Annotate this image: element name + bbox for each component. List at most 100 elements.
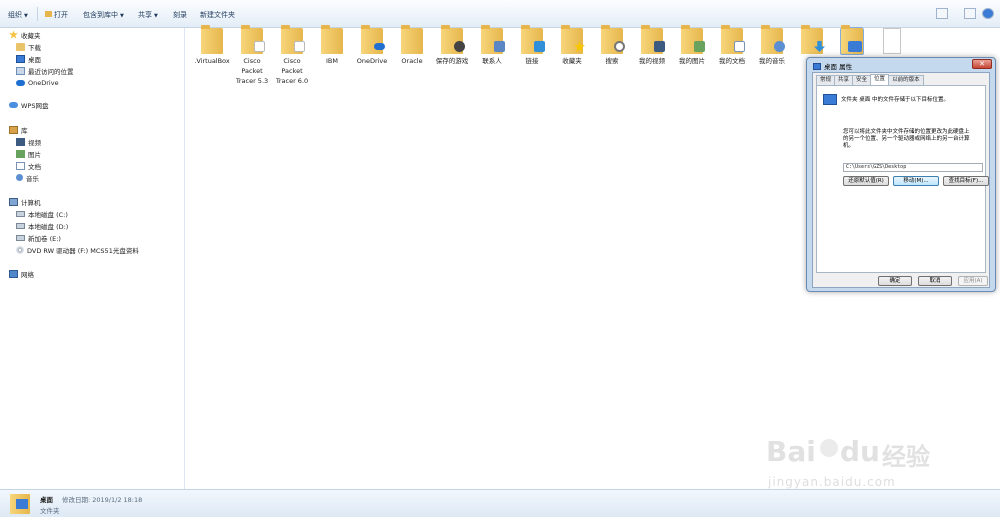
file-item[interactable]: 联系人 [472,25,512,66]
organize-label: 组织 [8,11,22,19]
toolbar-divider [37,7,38,21]
nav-item-drive-e[interactable]: 新加卷 (E:) [16,232,61,243]
file-label: 收藏夹 [562,57,582,65]
nav-item-dvd-drive[interactable]: DVD RW 驱动器 (F:) MCS51光盘资料 [16,244,139,255]
wps-cloud-icon [9,101,18,108]
file-item[interactable]: Cisco Packet Tracer 5.3 [232,25,272,86]
include-in-library-label: 包含到库中 [83,11,118,19]
ok-button[interactable]: 确定 [878,276,912,286]
nav-computer[interactable]: 计算机 [9,196,41,207]
nav-item-music[interactable]: 音乐 [16,172,39,183]
tab-security[interactable]: 安全 [852,75,872,85]
nav-label: 下载 [28,43,41,52]
cloud-icon [374,43,385,50]
burn-button[interactable]: 刻录 [173,10,187,20]
file-item[interactable]: 我的音乐 [752,25,792,66]
nav-item-pictures[interactable]: 图片 [16,148,41,159]
new-folder-button[interactable]: 新建文件夹 [200,10,235,20]
file-item[interactable]: 链接 [512,25,552,66]
folder-icon [641,25,665,54]
nav-label: 视频 [28,138,41,147]
tab-location[interactable]: 位置 [870,74,890,85]
nav-favorites[interactable]: 收藏夹 [9,29,41,40]
share-label: 共享 [138,11,152,19]
nav-label: DVD RW 驱动器 (F:) MCS51光盘资料 [27,246,139,255]
file-item[interactable] [832,25,872,56]
location-description-line: 的另一个位置、另一个驱动器或网络上的另一台计算 [843,136,970,142]
desktop-icon [848,41,862,52]
nav-label: 新加卷 (E:) [28,234,61,243]
music-library-icon [16,174,23,181]
find-target-button[interactable]: 查找目标(F)... [943,176,989,186]
folder-icon [561,25,585,54]
dvd-drive-icon [16,245,24,254]
file-item[interactable]: 我的图片 [672,25,712,66]
file-item[interactable] [792,25,832,56]
file-item[interactable]: OneDrive [352,25,392,66]
nav-item-videos[interactable]: 视频 [16,136,41,147]
folder-icon [321,25,343,54]
include-in-library-button[interactable]: 包含到库中 ▼ [83,10,124,20]
cancel-button[interactable]: 取消 [918,276,952,286]
folder-icon [361,25,385,54]
modified-date: 修改日期: 2019/1/2 18:18 [62,496,143,504]
tab-sharing[interactable]: 共享 [834,75,854,85]
properties-dialog: 桌面 属性 ✕ 常规 共享 安全 位置 以前的版本 文件夹 桌面 中的文件存储于… [806,57,996,292]
apply-button[interactable]: 应用(A) [958,276,988,286]
folder-icon [401,25,423,54]
help-icon[interactable] [982,8,994,19]
open-icon [45,11,52,17]
nav-item-drive-c[interactable]: 本地磁盘 (C:) [16,208,68,219]
file-item[interactable]: 我的文档 [712,25,752,66]
nav-item-documents[interactable]: 文档 [16,160,41,171]
file-item[interactable]: 保存的游戏 [432,25,472,66]
navigation-pane: 收藏夹 下载 桌面 最近访问的位置 OneDrive WPS网盘 库 视频 图片… [0,28,185,489]
tab-general[interactable]: 常规 [816,75,836,85]
view-options-icon[interactable] [936,8,948,19]
file-item[interactable]: 收藏夹 [552,25,592,66]
nav-item-recent-places[interactable]: 最近访问的位置 [16,65,74,76]
file-item[interactable]: .VirtualBox [192,25,232,66]
nav-item-onedrive[interactable]: OneDrive [16,77,59,88]
folder-icon [601,25,625,54]
nav-label: 本地磁盘 (C:) [28,210,68,219]
file-item[interactable]: Oracle [392,25,432,66]
folder-icon [201,25,223,54]
tab-previous-versions[interactable]: 以前的版本 [888,75,924,85]
file-item[interactable]: 我的视频 [632,25,672,66]
nav-wps-drive[interactable]: WPS网盘 [9,99,48,110]
move-button[interactable]: 移动(M)... [893,176,939,186]
share-button[interactable]: 共享 ▼ [138,10,158,20]
preview-pane-icon[interactable] [964,8,976,19]
nav-label: 计算机 [21,198,41,207]
nav-label: 收藏夹 [21,31,41,40]
organize-button[interactable]: 组织 ▼ [8,10,28,20]
restore-default-button[interactable]: 还原默认值(R) [843,176,889,186]
file-label: 联系人 [482,57,502,65]
search-icon [614,41,625,52]
dialog-body: 常规 共享 安全 位置 以前的版本 文件夹 桌面 中的文件存储于以下目标位置。 … [812,72,990,288]
hard-drive-icon [16,210,25,217]
file-item[interactable]: Cisco Packet Tracer 6.0 [272,25,312,86]
file-label: 保存的游戏 [435,57,469,65]
nav-libraries[interactable]: 库 [9,124,28,135]
file-item[interactable]: IBM [312,25,352,66]
file-item[interactable]: 搜索 [592,25,632,66]
close-button[interactable]: ✕ [972,59,992,69]
dialog-title-bar: 桌面 属性 [813,61,852,71]
nav-network[interactable]: 网络 [9,268,34,279]
open-button[interactable]: 打开 [45,10,68,20]
location-path-field[interactable]: C:\Users\GZS\Desktop [843,163,983,172]
file-label: 我的音乐 [759,57,785,65]
nav-item-desktop[interactable]: 桌面 [16,53,41,64]
library-icon [9,125,18,134]
file-label: Oracle [401,57,423,65]
nav-item-downloads[interactable]: 下载 [16,41,41,52]
file-label: 我的图片 [679,57,705,65]
location-description-line: 机。 [843,143,855,149]
item-type: 文件夹 [40,507,60,515]
nav-item-drive-d[interactable]: 本地磁盘 (D:) [16,220,68,231]
nav-label: OneDrive [28,78,59,87]
cloud-icon [16,79,25,86]
file-item[interactable] [872,28,912,56]
